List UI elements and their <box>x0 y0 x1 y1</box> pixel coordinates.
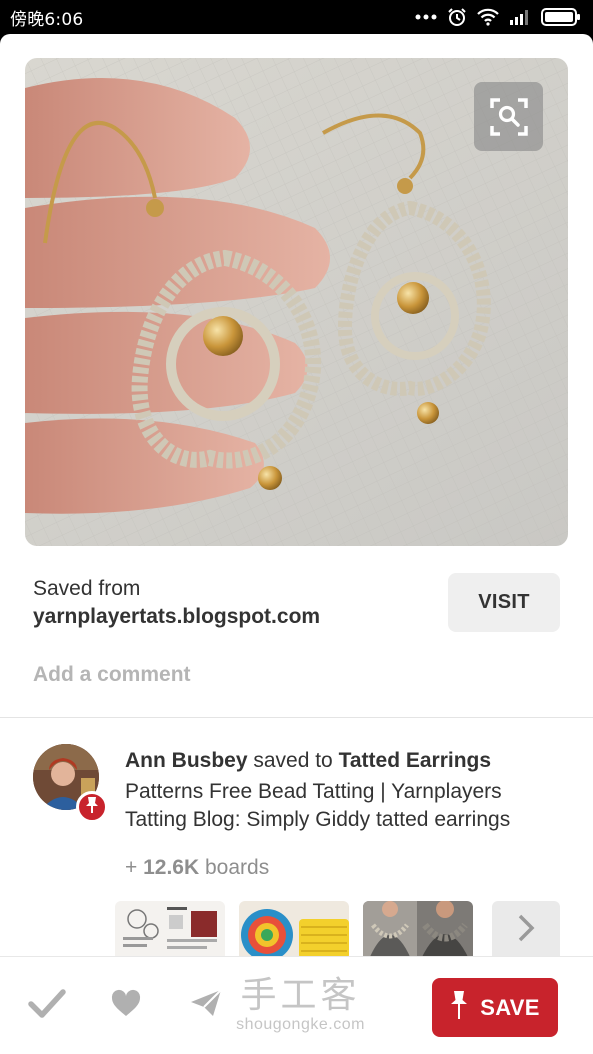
board-thumbnail[interactable] <box>239 901 349 959</box>
pin-attribution: Ann Busbey saved to Tatted Earrings <box>125 746 565 776</box>
alarm-icon <box>447 7 467 27</box>
pushpin-icon <box>84 796 100 819</box>
board-thumbnails <box>115 901 473 959</box>
pin-source: Saved from yarnplayertats.blogspot.com <box>33 576 320 632</box>
action-bar: SAVE <box>0 956 593 1054</box>
save-button[interactable]: SAVE <box>432 978 558 1037</box>
pin-image[interactable] <box>25 58 568 546</box>
done-button[interactable] <box>25 983 69 1027</box>
pin-description: Patterns Free Bead Tatting | Yarnplayers… <box>125 780 511 831</box>
source-domain-link[interactable]: yarnplayertats.blogspot.com <box>33 602 320 632</box>
divider <box>0 717 593 718</box>
pin-badge <box>76 791 108 823</box>
user-name-link[interactable]: Ann Busbey <box>125 749 248 772</box>
boards-suffix: boards <box>199 856 270 879</box>
status-bar: 傍晚6:06 <box>0 0 593 34</box>
saved-to-text: saved to <box>247 749 339 772</box>
boards-count[interactable]: + 12.6K boards <box>125 856 269 880</box>
add-comment-field[interactable]: Add a comment <box>33 663 191 687</box>
boards-prefix: + <box>125 856 144 879</box>
send-button[interactable] <box>184 983 228 1027</box>
save-label: SAVE <box>480 994 540 1020</box>
board-name-link[interactable]: Tatted Earrings <box>339 749 491 772</box>
visit-button[interactable]: VISIT <box>448 573 560 632</box>
board-thumbnail[interactable] <box>115 901 225 959</box>
battery-icon <box>541 8 581 26</box>
visual-search-button[interactable] <box>474 82 543 151</box>
signal-icon <box>509 9 531 25</box>
saved-from-label: Saved from <box>33 577 141 600</box>
boards-count-value: 12.6K <box>143 856 200 879</box>
pushpin-icon <box>450 990 468 1025</box>
like-button[interactable] <box>104 983 148 1027</box>
status-icons <box>415 7 581 27</box>
send-icon <box>189 988 223 1023</box>
more-dots-icon <box>415 13 437 21</box>
checkmark-icon <box>28 988 66 1023</box>
pin-detail-sheet: Saved from yarnplayertats.blogspot.com V… <box>0 34 593 1054</box>
status-time: 傍晚6:06 <box>10 9 84 30</box>
board-thumbnail[interactable] <box>363 901 473 959</box>
wifi-icon <box>477 8 499 26</box>
heart-icon <box>111 989 141 1022</box>
chevron-right-icon <box>516 913 536 948</box>
visual-search-icon <box>488 96 530 138</box>
more-boards-button[interactable] <box>492 901 560 959</box>
